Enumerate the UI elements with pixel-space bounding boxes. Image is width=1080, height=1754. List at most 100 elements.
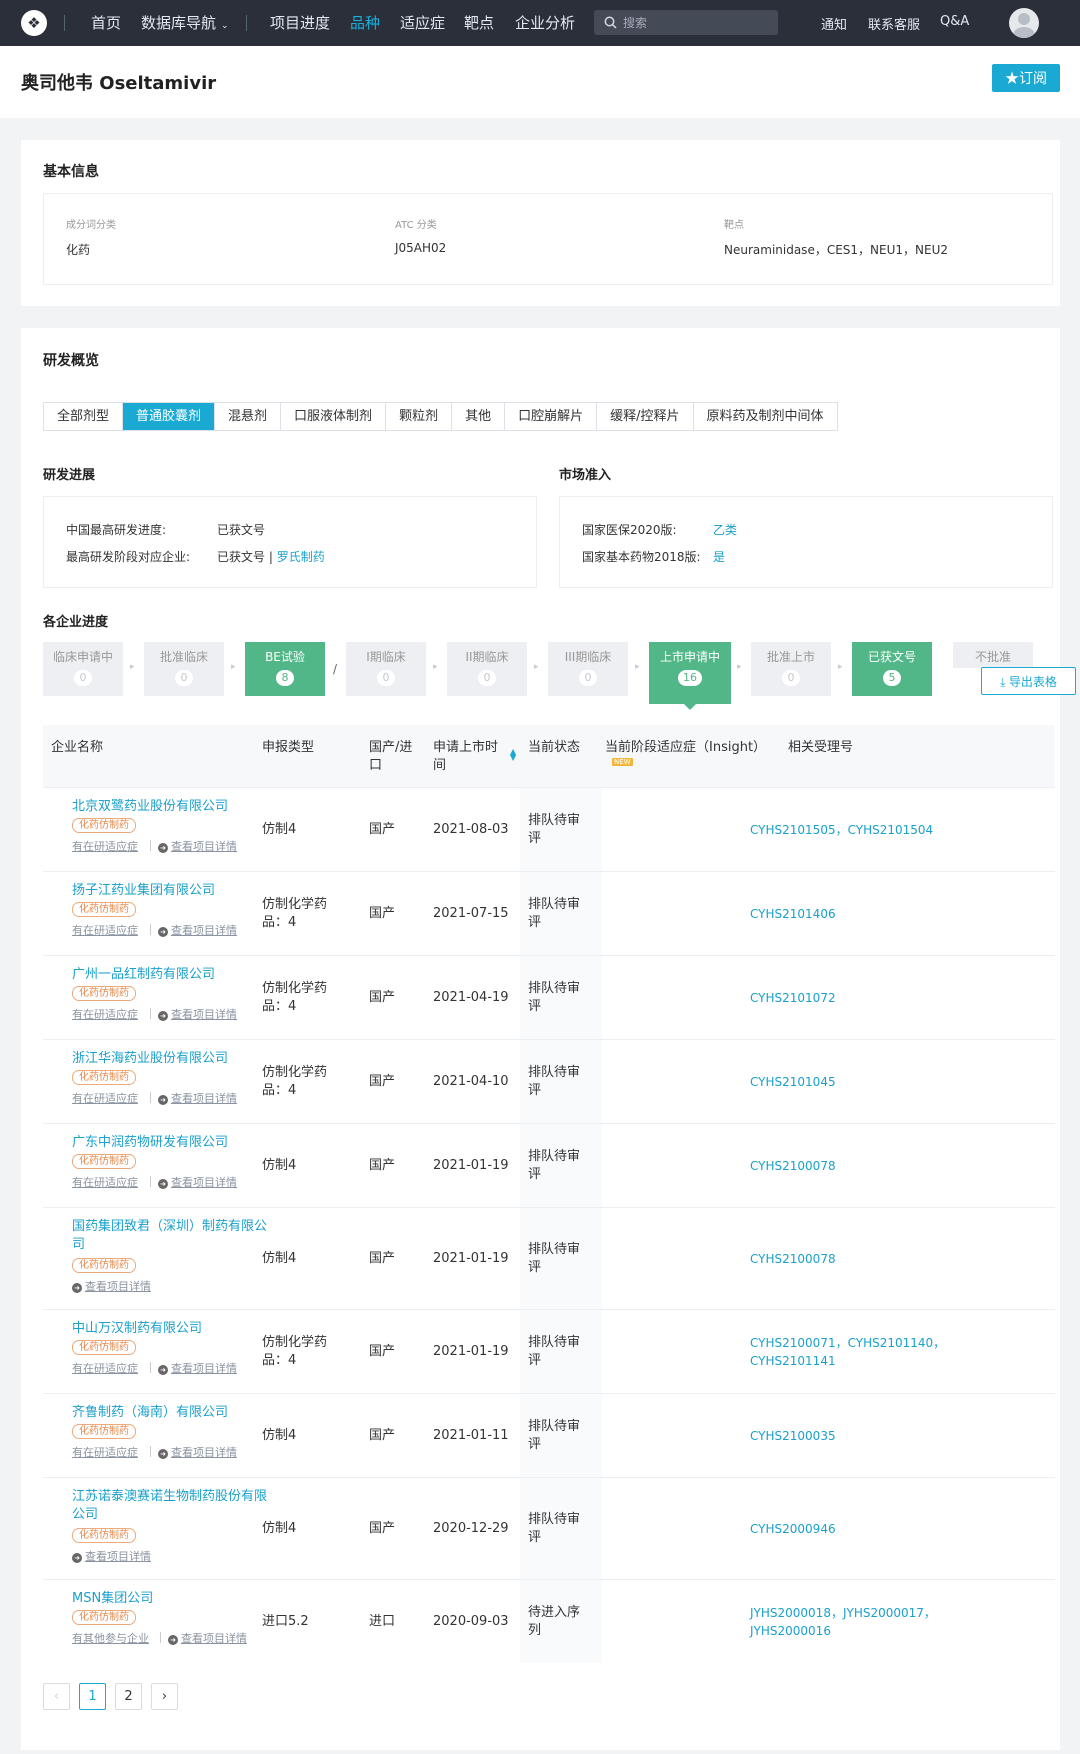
table-row: 北京双鹭药业股份有限公司 化药仿制药 有在研适应症 ➜ 查看项目详情 仿制4 国产 2021-…: [43, 787, 1055, 871]
tab-api[interactable]: 原料药及制剂中间体: [694, 403, 837, 430]
tab-sustained[interactable]: 缓释/控释片: [597, 403, 694, 430]
detail-link[interactable]: ➜ 查看项目详情: [158, 1360, 237, 1376]
tab-granule[interactable]: 颗粒剂: [386, 403, 453, 430]
detail-link[interactable]: ➜ 查看项目详情: [158, 1174, 237, 1190]
detail-link[interactable]: ➜ 查看项目详情: [158, 1090, 237, 1106]
status-cell: 排队待审评: [528, 1149, 581, 1182]
stage-clinical-apply[interactable]: 临床申请中 0: [43, 642, 123, 696]
export-button[interactable]: ⤓ 导出表格: [981, 667, 1076, 695]
tab-other[interactable]: 其他: [452, 403, 506, 430]
tab-suspension[interactable]: 混悬剂: [215, 403, 282, 430]
company-link[interactable]: 北京双鹭药业股份有限公司: [72, 798, 268, 816]
acceptance-links[interactable]: CYHS2101406: [750, 905, 990, 923]
detail-link[interactable]: ➜ 查看项目详情: [158, 922, 237, 938]
detail-link-label: 查看项目详情: [181, 1632, 247, 1645]
tab-odt[interactable]: 口腔崩解片: [505, 403, 598, 430]
detail-link-label: 查看项目详情: [171, 1446, 237, 1459]
stage-phase3[interactable]: III期临床 0: [548, 642, 628, 696]
th-date[interactable]: 申请上市时间: [433, 739, 499, 775]
date-cell: 2020-12-29: [433, 1521, 509, 1536]
nav-item-variety[interactable]: 品种: [350, 12, 380, 33]
stage-phase2[interactable]: II期临床 0: [447, 642, 527, 696]
research-indication-link[interactable]: 有在研适应症: [72, 1174, 138, 1190]
stage-be[interactable]: BE试验 8: [245, 642, 325, 696]
acceptance-links[interactable]: CYHS2100078: [750, 1250, 990, 1268]
stage-rejected[interactable]: 不批准: [953, 642, 1033, 668]
detail-link[interactable]: ➜ 查看项目详情: [158, 1444, 237, 1460]
date-cell: 2021-01-19: [433, 1158, 509, 1173]
stage-market-apply[interactable]: 上市申请中 16: [649, 642, 731, 710]
detail-link[interactable]: ➜ 查看项目详情: [72, 1278, 151, 1294]
th-origin: 国产/进口: [369, 740, 413, 773]
research-indication-link[interactable]: 有在研适应症: [72, 838, 138, 854]
progress-box: 中国最高研发进度: 已获文号 最高研发阶段对应企业: 已获文号 | 罗氏制药: [43, 496, 537, 588]
acceptance-links[interactable]: CYHS2101045: [750, 1073, 990, 1091]
detail-link[interactable]: ➜ 查看项目详情: [72, 1548, 151, 1564]
market-value-link[interactable]: 乙类: [713, 521, 737, 538]
arrow-circle-icon: ➜: [158, 1365, 168, 1375]
new-badge: NEW: [612, 758, 633, 766]
nav-support[interactable]: 联系客服: [868, 14, 920, 33]
market-value-link[interactable]: 是: [713, 548, 725, 565]
detail-link[interactable]: ➜ 查看项目详情: [158, 838, 237, 854]
nav-item-database[interactable]: 数据库导航 ⌄: [141, 12, 229, 33]
th-indication: 当前阶段适应症（Insight）: [605, 740, 767, 755]
company-link[interactable]: 国药集团致君（深圳）制药有限公司: [72, 1218, 268, 1254]
company-link[interactable]: MSN集团公司: [72, 1590, 268, 1608]
origin-cell: 国产: [369, 1251, 396, 1266]
research-indication-link[interactable]: 有在研适应症: [72, 1090, 138, 1106]
basic-info-box: 成分词分类 化药 ATC 分类 J05AH02 靶点 Neuraminidase…: [43, 193, 1053, 285]
stage-market-approved[interactable]: 批准上市 0: [751, 642, 831, 696]
company-link[interactable]: 中山万汉制药有限公司: [72, 1320, 268, 1338]
company-link[interactable]: 广东中润药物研发有限公司: [72, 1134, 268, 1152]
avatar[interactable]: [1009, 8, 1039, 38]
title-bar: 奥司他韦 Oseltamivir ★订阅: [0, 46, 1080, 118]
stage-clinical-approved[interactable]: 批准临床 0: [144, 642, 224, 696]
company-link[interactable]: 扬子江药业集团有限公司: [72, 882, 268, 900]
tab-oral-liquid[interactable]: 口服液体制剂: [281, 403, 387, 430]
acceptance-links[interactable]: CYHS2100035: [750, 1427, 990, 1445]
nav-item-indication[interactable]: 适应症: [400, 12, 445, 33]
prev-page-button[interactable]: ‹: [43, 1683, 70, 1710]
company-link[interactable]: 江苏诺泰澳赛诺生物制药股份有限公司: [72, 1488, 268, 1524]
detail-link[interactable]: ➜ 查看项目详情: [168, 1630, 247, 1646]
detail-link[interactable]: ➜ 查看项目详情: [158, 1006, 237, 1022]
company-link[interactable]: 浙江华海药业股份有限公司: [72, 1050, 268, 1068]
detail-link-label: 查看项目详情: [85, 1550, 151, 1563]
page-button[interactable]: 2: [115, 1683, 142, 1710]
tab-all[interactable]: 全部剂型: [44, 403, 124, 430]
company-link[interactable]: 齐鲁制药（海南）有限公司: [72, 1404, 268, 1422]
date-cell: 2021-01-11: [433, 1428, 509, 1443]
acceptance-links[interactable]: CYHS2000946: [750, 1520, 990, 1538]
search-input[interactable]: 搜索: [594, 10, 778, 35]
sort-icon[interactable]: ▲ ▼: [510, 748, 516, 762]
app-logo[interactable]: ❖: [21, 10, 47, 36]
tab-capsule[interactable]: 普通胶囊剂: [123, 403, 216, 430]
stage-count: 0: [74, 670, 92, 686]
nav-qa[interactable]: Q&A: [940, 14, 969, 29]
nav-item-progress[interactable]: 项目进度: [270, 12, 330, 33]
nav-notify[interactable]: 通知: [821, 14, 847, 33]
research-indication-link[interactable]: 有在研适应症: [72, 1006, 138, 1022]
other-company-link[interactable]: 有其他参与企业: [72, 1630, 149, 1646]
company-link[interactable]: 罗氏制药: [277, 550, 325, 564]
acceptance-links[interactable]: CYHS2101072: [750, 989, 990, 1007]
company-link[interactable]: 广州一品红制药有限公司: [72, 966, 268, 984]
research-indication-link[interactable]: 有在研适应症: [72, 922, 138, 938]
acceptance-links[interactable]: CYHS2100078: [750, 1157, 990, 1175]
stage-name: 临床申请中: [52, 650, 113, 664]
subscribe-button[interactable]: ★订阅: [992, 64, 1060, 92]
stage-phase1[interactable]: I期临床 0: [346, 642, 426, 696]
acceptance-links[interactable]: CYHS2100071，CYHS2101140，CYHS2101141: [750, 1334, 990, 1370]
stage-licensed[interactable]: 已获文号 5: [852, 642, 932, 696]
acceptance-links[interactable]: CYHS2101505，CYHS2101504: [750, 821, 990, 839]
acceptance-links[interactable]: JYHS2000018，JYHS2000017，JYHS2000016: [750, 1604, 990, 1640]
nav-item-target[interactable]: 靶点: [464, 12, 494, 33]
research-indication-link[interactable]: 有在研适应症: [72, 1444, 138, 1460]
nav-item-home[interactable]: 首页: [91, 12, 121, 33]
page-button[interactable]: 1: [79, 1683, 106, 1710]
next-page-button[interactable]: ›: [151, 1683, 178, 1710]
th-status: 当前状态: [528, 740, 581, 755]
nav-item-company[interactable]: 企业分析: [515, 12, 575, 33]
research-indication-link[interactable]: 有在研适应症: [72, 1360, 138, 1376]
